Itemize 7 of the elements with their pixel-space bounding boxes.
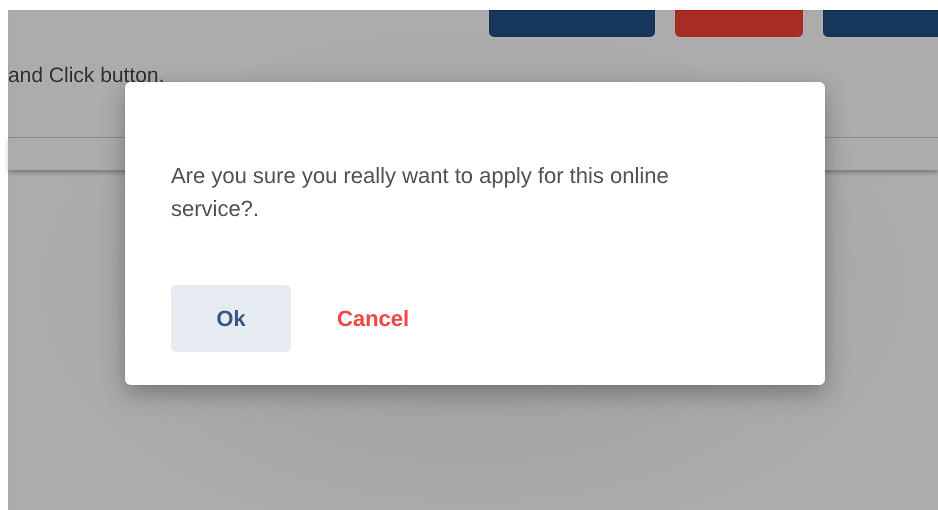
- ok-button[interactable]: Ok: [171, 285, 291, 352]
- header-button[interactable]: [675, 10, 803, 37]
- dialog-message: Are you sure you really want to apply for this online service?.: [171, 162, 670, 223]
- header-button[interactable]: [489, 10, 655, 37]
- cancel-button[interactable]: Cancel: [313, 285, 434, 352]
- header-button[interactable]: [823, 10, 938, 37]
- instruction-text: and Click button.: [8, 63, 164, 89]
